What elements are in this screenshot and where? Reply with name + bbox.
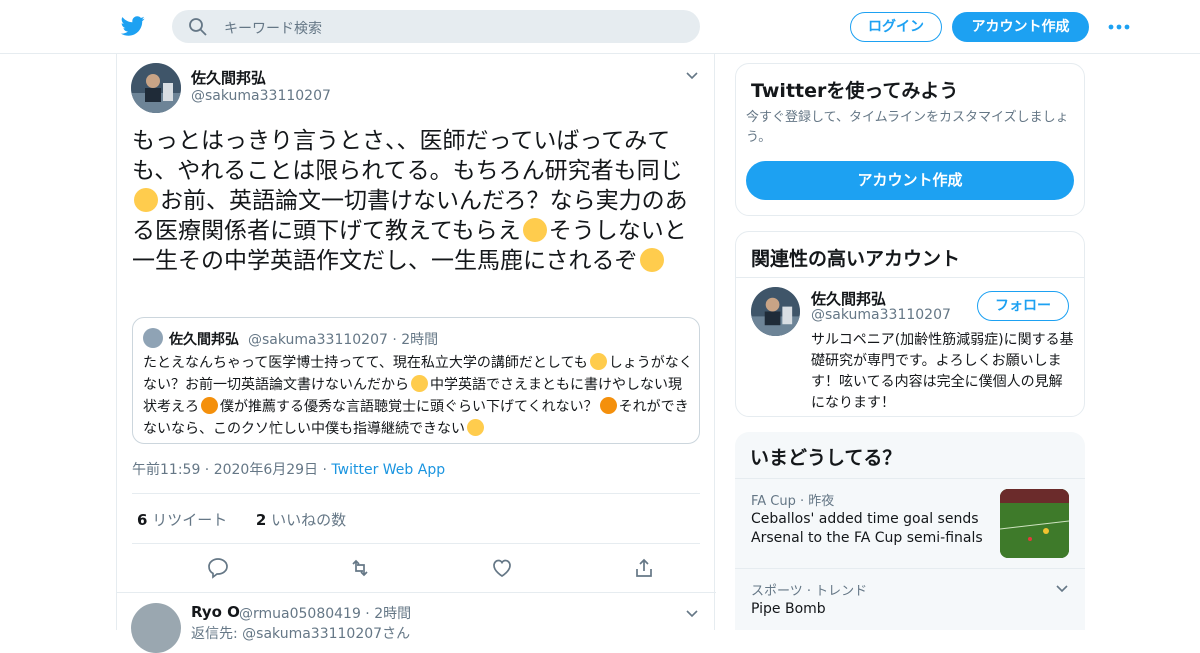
related-name[interactable]: 佐久間邦弘 — [811, 288, 886, 309]
related-accounts-card: 関連性の高いアカウント 佐久間邦弘 @sakuma33110207 フォロー サ… — [735, 231, 1085, 417]
like-label[interactable]: いいねの数 — [271, 511, 346, 529]
tweet-column: 佐久間邦弘 @sakuma33110207 もっとはっきり言うとさ、、医師だって… — [116, 54, 716, 653]
trend-title: Pipe Bomb — [751, 601, 826, 617]
follow-button[interactable]: フォロー — [977, 291, 1069, 321]
trends-card: いまどうしてる？ FA Cup · 昨夜 Ceballos' added tim… — [735, 432, 1085, 630]
divider — [132, 493, 700, 494]
twitter-logo-icon[interactable] — [120, 14, 146, 38]
reply-context: 返信先: @sakuma33110207さん — [191, 626, 411, 642]
like-count[interactable]: 2 — [256, 511, 266, 529]
angry-face-icon — [201, 397, 218, 414]
reply-age: 2時間 — [374, 606, 412, 622]
divider — [132, 543, 700, 544]
reply-author-handle[interactable]: @rmua05080419 · 2時間 — [239, 603, 411, 623]
search-input[interactable]: キーワード検索 — [172, 10, 700, 43]
search-placeholder: キーワード検索 — [224, 21, 322, 37]
winking-face-icon — [134, 188, 158, 212]
avatar[interactable] — [131, 63, 181, 113]
retweet-label[interactable]: リツイート — [152, 511, 227, 529]
reply-avatar[interactable] — [131, 603, 181, 653]
retweet-icon[interactable] — [348, 556, 372, 580]
timestamp-text[interactable]: 午前11:59 · 2020年6月29日 — [132, 462, 318, 478]
trend-meta: スポーツ · トレンド — [751, 584, 868, 599]
divider — [736, 277, 1084, 278]
share-icon[interactable] — [632, 556, 656, 580]
signup-card: Twitterを使ってみよう 今すぐ登録して、タイムラインをカスタマイズしましょ… — [735, 63, 1085, 216]
author-handle[interactable]: @sakuma33110207 — [191, 88, 331, 104]
card-subtitle: 今すぐ登録して、タイムラインをカスタマイズしましょう。 — [746, 110, 1069, 145]
related-avatar[interactable] — [751, 287, 800, 336]
quoted-author-name: 佐久間邦弘 — [169, 332, 239, 348]
related-bio: サルコペニア(加齢性筋減弱症)に関する基礎研究が専門です。よろしくお願いします！… — [811, 332, 1074, 411]
quoted-tweet[interactable]: 佐久間邦弘 @sakuma33110207 · 2時間 たとえなんちゃって医学博… — [132, 317, 700, 444]
rolling-laugh-icon — [467, 419, 484, 436]
author-name[interactable]: 佐久間邦弘 — [191, 67, 266, 88]
card-title: Twitterを使ってみよう — [751, 80, 959, 102]
winking-face-icon — [522, 218, 547, 242]
signup-button[interactable]: アカウント作成 — [952, 12, 1089, 42]
angry-face-icon — [599, 397, 617, 414]
reply-tweet[interactable]: Ryo O @rmua05080419 · 2時間 返信先: @sakuma33… — [117, 592, 716, 653]
heart-icon[interactable] — [490, 556, 514, 580]
trend-item[interactable]: FA Cup · 昨夜 Ceballos' added time goal se… — [735, 478, 1085, 568]
more-icon[interactable] — [1108, 24, 1130, 30]
client-link[interactable]: Twitter Web App — [331, 462, 445, 478]
winking-face-icon — [589, 353, 607, 370]
quoted-handle-text: @sakuma33110207 — [248, 332, 388, 348]
chevron-down-icon[interactable] — [1055, 584, 1069, 594]
trend-title: Ceballos' added time goal sends Arsenal … — [751, 511, 983, 546]
quoted-text: たとえなんちゃって医学博士持ってて、現在私立大学の講師だとしても しょうがなくない… — [143, 352, 693, 440]
search-icon — [189, 18, 207, 36]
tweet-timestamp: 午前11:59 · 2020年6月29日 · Twitter Web App — [132, 462, 446, 478]
signup-card-button[interactable]: アカウント作成 — [746, 161, 1074, 200]
card-title: いまどうしてる？ — [750, 447, 902, 469]
quoted-text-part: 僕が推薦する優秀な言語聴覚士に頭ぐらい下げてくれない？ — [220, 399, 598, 415]
tweet-stats: 6 リツイート 2 いいねの数 — [137, 509, 346, 530]
tweet-text-part: もっとはっきり言うとさ、、医師だっていばってみても、やれることは限られてる。もち… — [132, 128, 683, 184]
quoted-text-part: たとえなんちゃって医学博士持ってて、現在私立大学の講師だとしても — [143, 355, 588, 371]
top-bar: キーワード検索 ログイン アカウント作成 — [0, 0, 1200, 54]
chevron-down-icon[interactable] — [685, 71, 699, 81]
quoted-age: 2時間 — [401, 332, 439, 348]
rolling-laugh-icon — [639, 248, 664, 272]
reply-icon[interactable] — [206, 556, 230, 580]
card-title: 関連性の高いアカウント — [751, 248, 961, 270]
tweet-text: もっとはっきり言うとさ、、医師だっていばってみても、やれることは限られてる。もち… — [132, 126, 702, 276]
chevron-down-icon[interactable] — [685, 609, 699, 619]
trend-item[interactable]: スポーツ · トレンド Pipe Bomb — [735, 568, 1085, 630]
retweet-count[interactable]: 6 — [137, 511, 147, 529]
reply-author-name[interactable]: Ryo O — [191, 603, 240, 621]
rolling-laugh-icon — [411, 375, 428, 392]
related-handle[interactable]: @sakuma33110207 — [811, 307, 951, 323]
login-button[interactable]: ログイン — [850, 12, 942, 42]
tweet-actions — [132, 556, 700, 580]
trend-meta: FA Cup · 昨夜 — [751, 494, 835, 509]
quoted-author-handle: @sakuma33110207 · 2時間 — [248, 332, 439, 348]
reply-handle-text: @rmua05080419 — [239, 606, 361, 622]
trend-thumbnail — [1000, 489, 1069, 558]
quoted-avatar — [143, 328, 163, 348]
